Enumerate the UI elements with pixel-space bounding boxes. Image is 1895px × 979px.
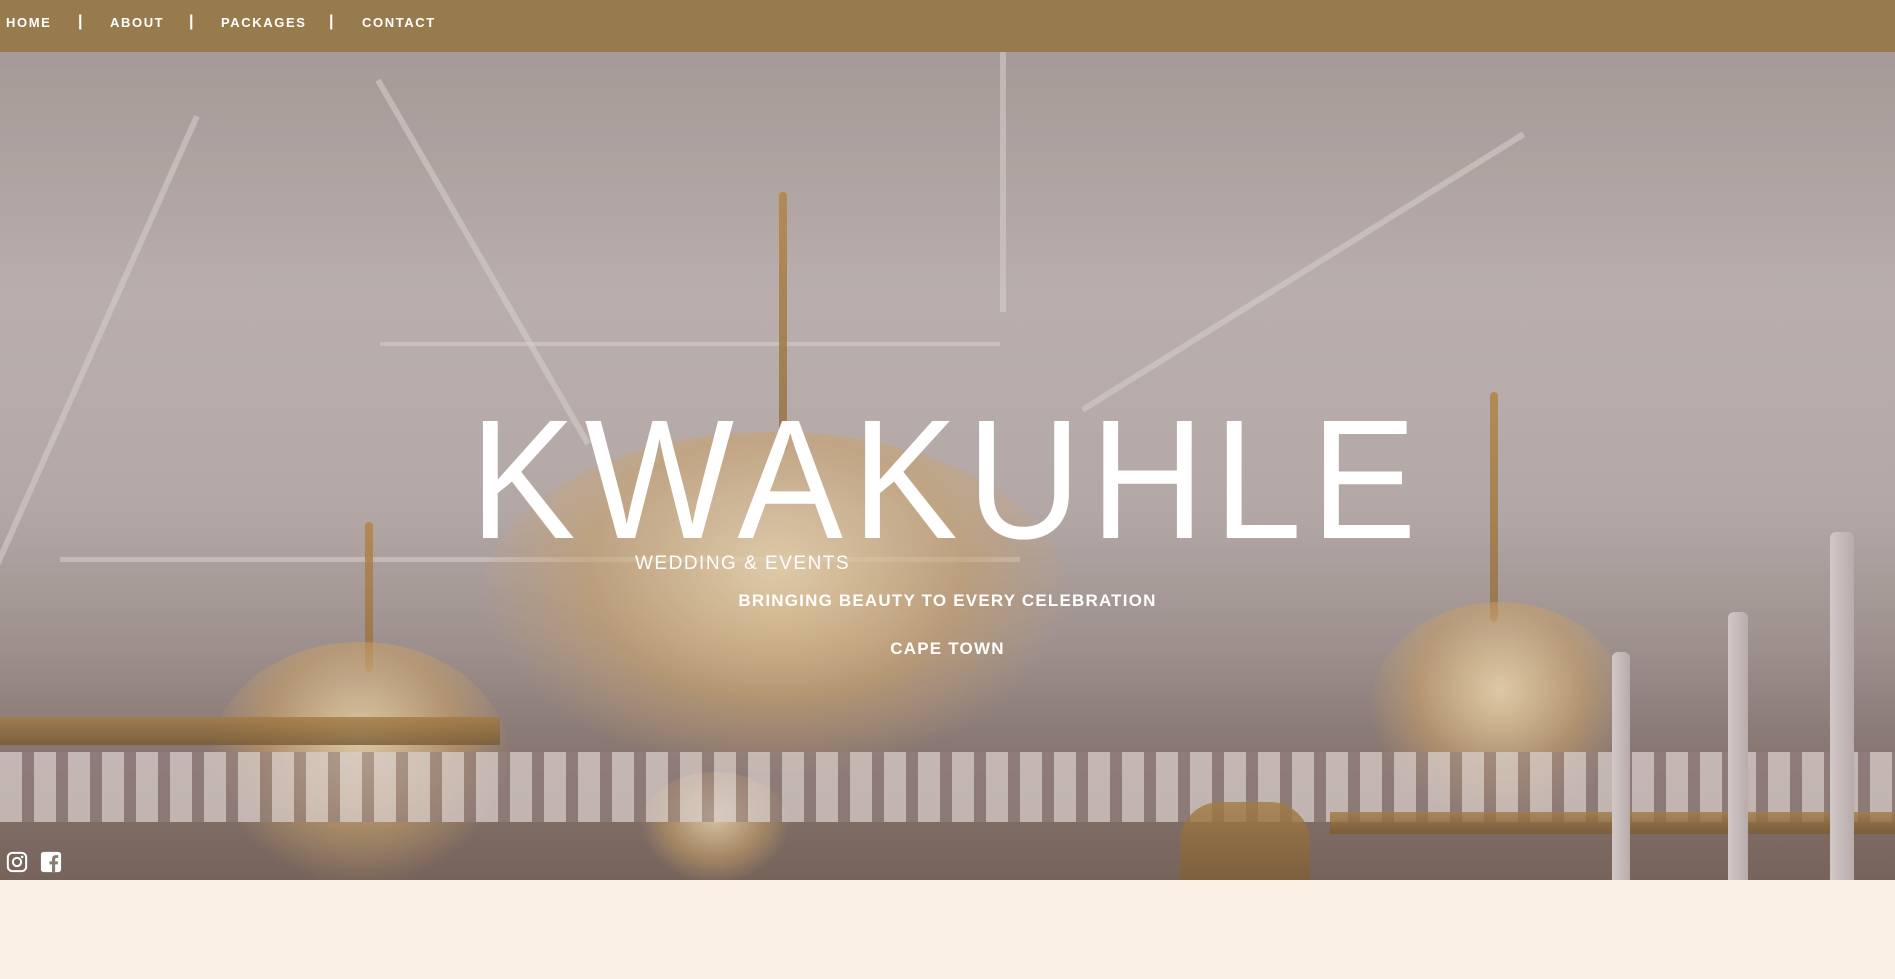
hero-location: CAPE TOWN — [890, 639, 1005, 658]
nav-home-link[interactable]: HOME — [6, 15, 51, 30]
nav-separator: | — [329, 13, 334, 30]
nav-separator: | — [78, 13, 83, 30]
logo-wordmark: KWAKUHLE — [470, 385, 1426, 575]
instagram-icon[interactable] — [6, 851, 28, 873]
logo-subtitle: WEDDING & EVENTS — [635, 553, 851, 574]
top-navigation: HOME | ABOUT | PACKAGES | CONTACT — [0, 0, 1895, 52]
nav-separator: | — [189, 13, 194, 30]
hero-tagline: BRINGING BEAUTY TO EVERY CELEBRATION — [738, 591, 1157, 610]
brand-logo[interactable]: KWAKUHLE WEDDING & EVENTS — [470, 385, 1430, 575]
nav-contact-link[interactable]: CONTACT — [362, 15, 436, 30]
nav-about-link[interactable]: ABOUT — [110, 15, 164, 30]
facebook-icon[interactable] — [40, 851, 62, 873]
nav-packages-link[interactable]: PACKAGES — [221, 15, 307, 30]
